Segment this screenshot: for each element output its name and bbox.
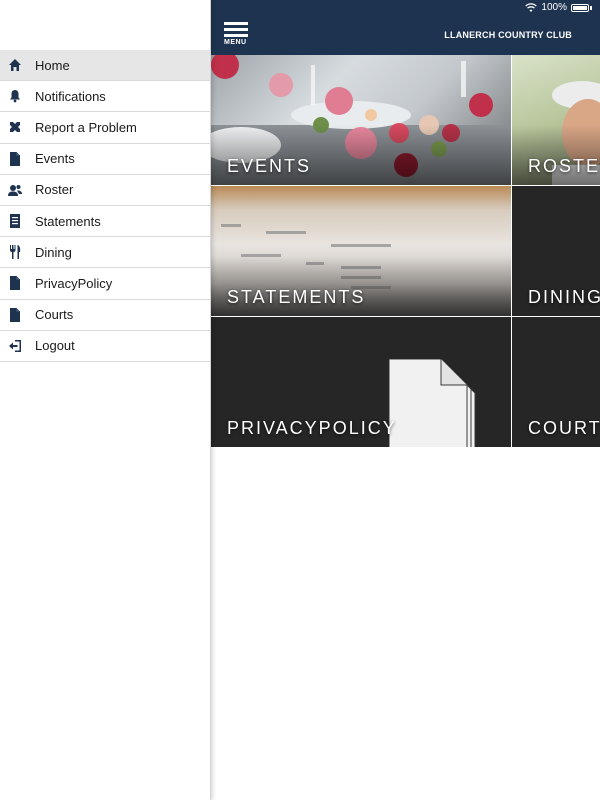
drawer-item-label: Dining bbox=[35, 244, 72, 260]
navigation-drawer: Home Notifications Report a Problem Even… bbox=[0, 0, 211, 800]
tile-statements-label: STATEMENTS bbox=[227, 287, 366, 307]
tile-courts[interactable]: COURTS bbox=[512, 317, 600, 447]
tile-roster[interactable]: ROSTER bbox=[512, 55, 600, 185]
document-icon bbox=[7, 151, 23, 167]
tile-events-label: EVENTS bbox=[227, 156, 312, 176]
drawer-item-home[interactable]: Home bbox=[0, 50, 210, 82]
drawer-item-label: Notifications bbox=[35, 88, 106, 104]
drawer-item-dining[interactable]: Dining bbox=[0, 237, 210, 269]
drawer-item-events[interactable]: Events bbox=[0, 144, 210, 175]
tile-privacypolicy-label: PRIVACYPOLICY bbox=[227, 418, 397, 438]
tile-courts-label: COURTS bbox=[528, 418, 600, 438]
logout-icon bbox=[7, 338, 23, 354]
document-icon bbox=[7, 307, 23, 323]
app-bar: MENU LLANERCH COUNTRY CLUB bbox=[211, 16, 600, 55]
home-icon bbox=[7, 57, 23, 73]
app-title: LLANERCH COUNTRY CLUB bbox=[444, 30, 572, 40]
drawer-item-courts[interactable]: Courts bbox=[0, 300, 210, 331]
menu-button[interactable]: MENU bbox=[224, 22, 252, 52]
wifi-icon bbox=[525, 2, 538, 12]
drawer-item-roster[interactable]: Roster bbox=[0, 175, 210, 206]
app-screen: 100% MENU LLANERCH COUNTRY CLUB EVENTS R… bbox=[0, 0, 600, 800]
drawer-item-label: Statements bbox=[35, 213, 101, 229]
document-icon bbox=[7, 275, 23, 291]
tile-dining-label: DINING bbox=[528, 287, 600, 307]
drawer-item-privacypolicy[interactable]: PrivacyPolicy bbox=[0, 268, 210, 300]
drawer-item-label: Report a Problem bbox=[35, 119, 137, 135]
document-stack-icon bbox=[389, 359, 476, 447]
people-icon bbox=[7, 182, 23, 198]
drawer-item-statements[interactable]: Statements bbox=[0, 206, 210, 238]
drawer-item-logout[interactable]: Logout bbox=[0, 331, 210, 362]
main-panel: 100% MENU LLANERCH COUNTRY CLUB EVENTS R… bbox=[211, 0, 600, 800]
drawer-item-report-a-problem[interactable]: Report a Problem bbox=[0, 112, 210, 144]
drawer-item-label: Logout bbox=[35, 338, 75, 354]
drawer-item-label: Roster bbox=[35, 182, 74, 198]
drawer-item-notifications[interactable]: Notifications bbox=[0, 81, 210, 113]
hamburger-icon bbox=[224, 22, 248, 25]
drawer-item-label: Home bbox=[35, 57, 70, 73]
tile-statements[interactable]: STATEMENTS bbox=[211, 186, 511, 316]
drawer-item-label: Courts bbox=[35, 307, 74, 323]
tile-roster-label: ROSTER bbox=[528, 156, 600, 176]
tile-events[interactable]: EVENTS bbox=[211, 55, 511, 185]
statement-icon bbox=[7, 213, 23, 229]
status-bar: 100% bbox=[211, 0, 600, 16]
bell-icon bbox=[7, 88, 23, 104]
drawer-item-label: PrivacyPolicy bbox=[35, 275, 113, 291]
battery-icon bbox=[571, 3, 589, 12]
tile-dining[interactable]: DINING bbox=[512, 186, 600, 316]
drawer-item-label: Events bbox=[35, 151, 75, 167]
battery-percent: 100% bbox=[541, 2, 567, 13]
menu-label: MENU bbox=[224, 39, 247, 46]
drawer-menu: Home Notifications Report a Problem Even… bbox=[0, 50, 210, 362]
utensils-icon bbox=[7, 244, 23, 260]
tools-icon bbox=[7, 119, 23, 135]
tile-privacypolicy[interactable]: PRIVACYPOLICY bbox=[211, 317, 511, 447]
